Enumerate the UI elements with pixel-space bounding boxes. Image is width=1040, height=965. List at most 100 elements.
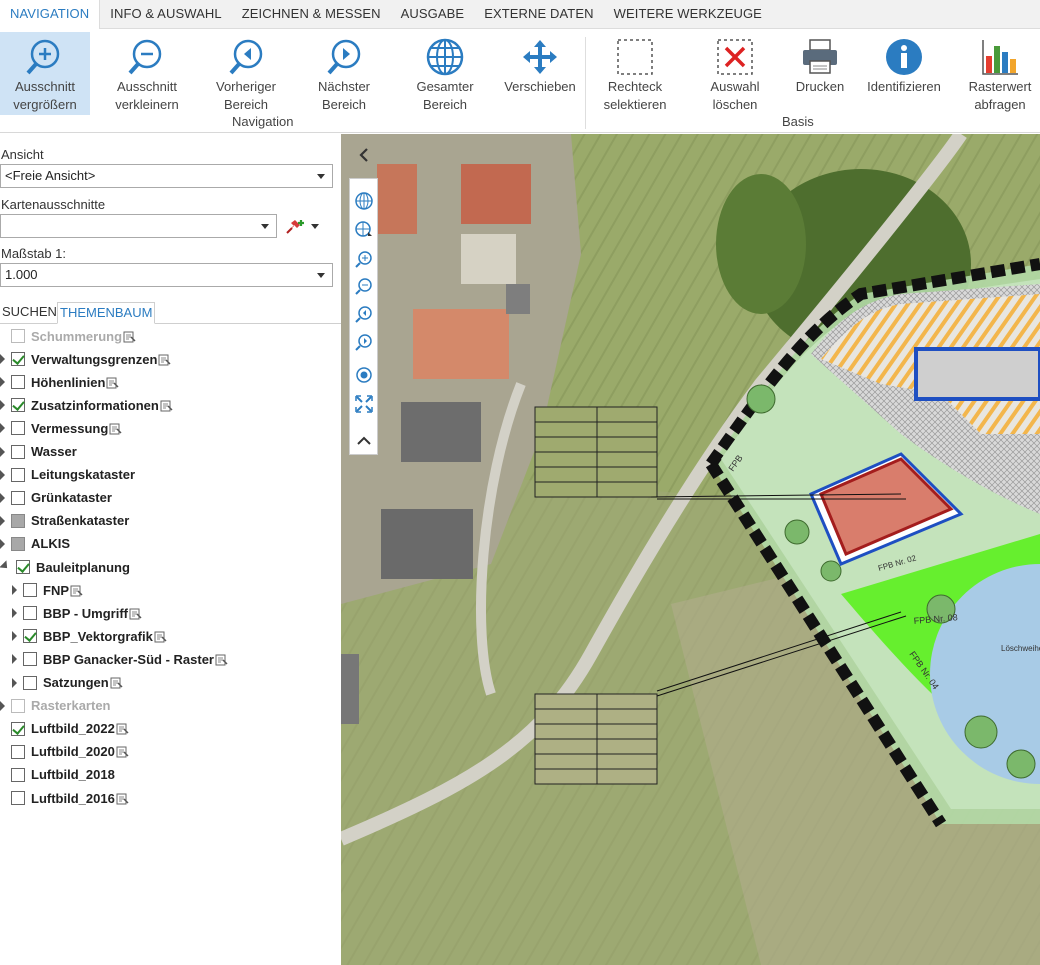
layer-checkbox[interactable] [23,583,37,598]
layer-vermessung[interactable]: Vermessung [0,417,122,439]
legend-icon[interactable] [116,792,129,805]
layer-checkbox[interactable] [23,629,37,644]
layer-bauleitplanung[interactable]: Bauleitplanung [0,556,130,578]
layer-checkbox[interactable] [11,721,25,736]
legend-icon[interactable] [160,399,173,412]
layer-checkbox[interactable] [11,490,25,505]
map-canvas[interactable]: FPB Nr. 08 FPB Nr. 02 FPB Nr. 04 Löschwe… [341,134,1040,965]
legend-icon[interactable] [106,376,119,389]
layer-h-henlinien[interactable]: Höhenlinien [0,371,119,393]
zoom-in-button[interactable]: Ausschnitt vergrößern [0,32,90,115]
collapsed-triangle-icon[interactable] [0,700,5,711]
globe-map-button[interactable] [354,191,374,211]
layer-checkbox[interactable] [23,606,37,621]
legend-icon[interactable] [116,722,129,735]
layer-checkbox[interactable] [16,560,30,574]
collapsed-triangle-icon[interactable] [0,446,5,457]
layer-checkbox[interactable] [11,698,25,713]
collapsed-triangle-icon[interactable] [12,585,17,596]
layer-verwaltungsgrenzen[interactable]: Verwaltungsgrenzen [0,348,171,370]
layer-checkbox[interactable] [11,421,25,436]
layer-leitungskataster[interactable]: Leitungskataster [0,464,135,486]
prev-button[interactable]: Vorheriger Bereich [200,32,292,115]
legend-icon[interactable] [116,745,129,758]
legend-icon[interactable] [154,630,167,643]
add-extract-button[interactable] [283,214,323,238]
layer-luftbild-2018[interactable]: Luftbild_2018 [0,764,115,786]
layer-alkis[interactable]: ALKIS [0,533,70,555]
layer-checkbox[interactable] [11,536,25,551]
collapsed-triangle-icon[interactable] [0,492,5,503]
layer-checkbox[interactable] [11,444,25,459]
layer-checkbox[interactable] [11,398,25,413]
collapse-up-map-button[interactable] [354,431,374,451]
tab-ausgabe[interactable]: AUSGABE [391,0,475,29]
next-button[interactable]: Nächster Bereich [300,32,388,115]
layer-zusatzinformationen[interactable]: Zusatzinformationen [0,394,173,416]
collapsed-triangle-icon[interactable] [0,377,5,388]
legend-icon[interactable] [123,330,136,343]
collapsed-triangle-icon[interactable] [12,677,17,688]
tab-info-auswahl[interactable]: INFO & AUSWAHL [100,0,231,29]
tab-weitere-werkzeuge[interactable]: WEITERE WERKZEUGE [604,0,772,29]
layer-gr-nkataster[interactable]: Grünkataster [0,487,112,509]
clear-select-button[interactable]: Auswahl löschen [697,32,773,115]
layer-rasterkarten[interactable]: Rasterkarten [0,695,111,717]
layer-checkbox[interactable] [11,791,25,805]
tab-navigation[interactable]: NAVIGATION [0,0,101,30]
layer-checkbox[interactable] [11,744,25,759]
layer-wasser[interactable]: Wasser [0,441,77,463]
layer-luftbild-2020[interactable]: Luftbild_2020 [0,741,129,763]
layer-luftbild-2022[interactable]: Luftbild_2022 [0,718,129,740]
collapse-panel-button[interactable] [354,145,374,165]
zoom-out-map-button[interactable] [354,276,374,296]
layer-bbp-ganacker-s-d-raster[interactable]: BBP Ganacker-Süd - Raster [12,648,228,670]
zoom-back-map-button[interactable] [354,304,374,324]
legend-icon[interactable] [158,353,171,366]
tab-externe-daten[interactable]: EXTERNE DATEN [474,0,603,29]
layer-checkbox[interactable] [11,352,25,367]
collapsed-triangle-icon[interactable] [0,423,5,434]
expanded-triangle-icon[interactable] [0,560,11,572]
layer-stra-enkataster[interactable]: Straßenkataster [0,510,129,532]
layer-schummerung[interactable]: Schummerung [0,325,136,347]
collapsed-triangle-icon[interactable] [0,538,5,549]
pan-button[interactable]: Verschieben [497,32,583,115]
collapsed-triangle-icon[interactable] [12,631,17,642]
tab-suchen[interactable]: SUCHEN [0,302,59,324]
legend-icon[interactable] [215,653,228,666]
view-select[interactable]: <Freie Ansicht> [0,164,333,188]
full-extent-map-button[interactable] [354,394,374,414]
layer-checkbox[interactable] [23,675,37,690]
zoom-out-button[interactable]: Ausschnitt verkleinern [104,32,190,115]
layer-checkbox[interactable] [11,767,25,782]
layer-bbp-vektorgrafik[interactable]: BBP_Vektorgrafik [12,625,167,647]
legend-icon[interactable] [70,584,83,597]
legend-icon[interactable] [129,607,142,620]
collapsed-triangle-icon[interactable] [0,515,5,526]
collapsed-triangle-icon[interactable] [0,400,5,411]
tab-themenbaum[interactable]: THEMENBAUM [57,302,156,324]
layer-satzungen[interactable]: Satzungen [12,672,123,694]
layer-luftbild-2016[interactable]: Luftbild_2016 [0,787,129,809]
layer-checkbox[interactable] [11,467,25,482]
layer-fnp[interactable]: FNP [12,579,83,601]
full-button[interactable]: Gesamter Bereich [399,32,491,115]
raster-query-button[interactable]: Rasterwert abfragen [960,32,1040,115]
identify-button[interactable]: Identifizieren [860,32,948,115]
print-button[interactable]: Drucken [788,32,852,115]
layer-checkbox[interactable] [11,375,25,390]
collapsed-triangle-icon[interactable] [0,354,5,365]
layer-checkbox[interactable] [11,329,25,343]
zoom-in-map-button[interactable] [354,249,374,269]
layer-checkbox[interactable] [11,513,25,528]
rect-select-button[interactable]: Rechteck selektieren [588,32,682,115]
legend-icon[interactable] [110,676,123,689]
layer-checkbox[interactable] [23,652,37,667]
collapsed-triangle-icon[interactable] [12,654,17,665]
layer-bbp-umgriff[interactable]: BBP - Umgriff [12,602,142,624]
location-map-button[interactable] [354,365,374,385]
zoom-forward-map-button[interactable] [354,332,374,352]
globe-refresh-map-button[interactable] [354,219,374,239]
legend-icon[interactable] [109,422,122,435]
